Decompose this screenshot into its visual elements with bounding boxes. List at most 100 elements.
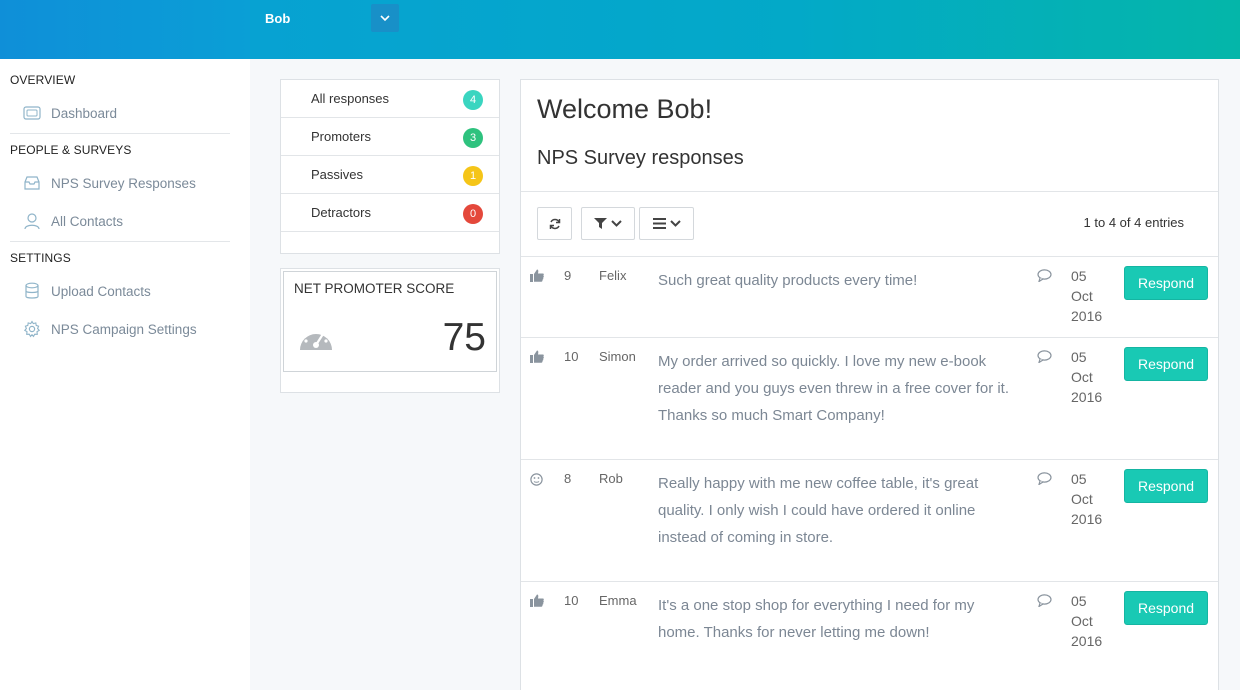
respond-button[interactable]: Respond bbox=[1124, 591, 1208, 625]
sidebar-divider bbox=[10, 133, 230, 134]
sidebar-item-dashboard[interactable]: Dashboard bbox=[22, 103, 117, 123]
date-year: 2016 bbox=[1071, 308, 1103, 324]
columns-dropdown-button[interactable] bbox=[639, 207, 694, 240]
response-score: 8 bbox=[564, 471, 572, 486]
thumbs-up-icon bbox=[530, 269, 544, 287]
sidebar-item-nps-responses[interactable]: NPS Survey Responses bbox=[22, 173, 196, 193]
comment-icon[interactable] bbox=[1037, 594, 1052, 612]
filter-label: All responses bbox=[311, 91, 390, 106]
count-badge: 0 bbox=[463, 204, 483, 224]
date-day: 05 bbox=[1071, 471, 1087, 487]
user-name: Bob bbox=[265, 11, 291, 26]
respond-button[interactable]: Respond bbox=[1124, 347, 1208, 381]
list-icon bbox=[652, 218, 666, 229]
user-icon bbox=[22, 211, 42, 231]
nps-card-inner: NET PROMOTER SCORE 75 bbox=[283, 271, 497, 372]
filter-detractors[interactable]: Detractors 0 bbox=[281, 194, 499, 232]
top-bar: Bob bbox=[0, 0, 1240, 59]
nps-card: NET PROMOTER SCORE 75 bbox=[280, 268, 500, 393]
neutral-face-icon bbox=[530, 473, 543, 491]
response-text: Such great quality products every time! bbox=[658, 272, 918, 289]
response-name: Felix bbox=[599, 268, 627, 283]
sidebar-item-upload-contacts[interactable]: Upload Contacts bbox=[22, 281, 151, 301]
sidebar-item-label: All Contacts bbox=[51, 213, 124, 229]
response-date: 05 Oct 2016 bbox=[1071, 591, 1111, 651]
date-year: 2016 bbox=[1071, 389, 1103, 405]
table-row: 8 Rob Really happy with me new coffee ta… bbox=[521, 460, 1218, 582]
date-year: 2016 bbox=[1071, 511, 1103, 527]
filter-dropdown-button[interactable] bbox=[581, 207, 635, 240]
top-bar-user-area: Bob bbox=[250, 0, 1240, 59]
thumbs-up-icon bbox=[530, 594, 544, 612]
entries-count: 1 to 4 of 4 entries bbox=[1083, 215, 1184, 230]
filter-icon bbox=[594, 218, 607, 229]
date-year: 2016 bbox=[1071, 633, 1103, 649]
sidebar: OVERVIEW Dashboard PEOPLE & SURVEYS NPS … bbox=[0, 59, 250, 690]
filter-promoters[interactable]: Promoters 3 bbox=[281, 118, 499, 156]
chevron-down-icon bbox=[669, 220, 681, 227]
gauge-icon bbox=[298, 324, 334, 359]
response-date: 05 Oct 2016 bbox=[1071, 469, 1111, 529]
user-menu-toggle[interactable] bbox=[371, 4, 399, 32]
filter-passives[interactable]: Passives 1 bbox=[281, 156, 499, 194]
header-divider bbox=[521, 191, 1218, 192]
sidebar-item-campaign-settings[interactable]: NPS Campaign Settings bbox=[22, 319, 197, 339]
table-row: 10 Emma It's a one stop shop for everyth… bbox=[521, 582, 1218, 690]
sidebar-item-label: NPS Campaign Settings bbox=[51, 321, 197, 337]
date-day: 05 bbox=[1071, 268, 1087, 284]
count-badge: 4 bbox=[463, 90, 483, 110]
date-day: 05 bbox=[1071, 349, 1087, 365]
response-text: It's a one stop shop for everything I ne… bbox=[658, 597, 975, 641]
sidebar-item-label: Dashboard bbox=[51, 105, 118, 121]
response-name: Rob bbox=[599, 471, 623, 486]
sidebar-item-label: NPS Survey Responses bbox=[51, 175, 196, 191]
response-text: Really happy with me new coffee table, i… bbox=[658, 475, 979, 546]
response-text: My order arrived so quickly. I love my n… bbox=[658, 353, 1010, 424]
nps-title: NET PROMOTER SCORE bbox=[294, 281, 455, 296]
response-name: Emma bbox=[599, 593, 637, 608]
comment-icon[interactable] bbox=[1037, 269, 1052, 287]
table-row: 9 Felix Such great quality products ever… bbox=[521, 257, 1218, 338]
filter-label: Passives bbox=[311, 167, 364, 182]
date-month: Oct bbox=[1071, 491, 1093, 507]
response-score: 10 bbox=[564, 349, 579, 364]
comment-icon[interactable] bbox=[1037, 350, 1052, 368]
date-month: Oct bbox=[1071, 369, 1093, 385]
respond-button[interactable]: Respond bbox=[1124, 266, 1208, 300]
database-icon bbox=[22, 281, 42, 301]
response-name: Simon bbox=[599, 349, 636, 364]
gear-icon bbox=[22, 319, 42, 339]
response-filter-list: All responses 4 Promoters 3 Passives 1 D… bbox=[280, 79, 500, 254]
refresh-button[interactable] bbox=[537, 207, 572, 240]
response-score: 9 bbox=[564, 268, 572, 283]
filter-all-responses[interactable]: All responses 4 bbox=[281, 80, 499, 118]
date-day: 05 bbox=[1071, 593, 1087, 609]
nps-score: 75 bbox=[442, 316, 486, 359]
date-month: Oct bbox=[1071, 288, 1093, 304]
comment-icon[interactable] bbox=[1037, 472, 1052, 490]
table-row: 10 Simon My order arrived so quickly. I … bbox=[521, 338, 1218, 460]
sidebar-item-label: Upload Contacts bbox=[51, 283, 151, 299]
response-date: 05 Oct 2016 bbox=[1071, 347, 1111, 407]
page-title: Welcome Bob! bbox=[537, 94, 713, 124]
response-date: 05 Oct 2016 bbox=[1071, 266, 1111, 326]
respond-button[interactable]: Respond bbox=[1124, 469, 1208, 503]
top-bar-brand-area bbox=[0, 0, 250, 59]
date-month: Oct bbox=[1071, 613, 1093, 629]
refresh-icon bbox=[549, 218, 560, 229]
page-subtitle: NPS Survey responses bbox=[537, 147, 744, 169]
filter-label: Detractors bbox=[311, 205, 371, 220]
filter-label: Promoters bbox=[311, 129, 371, 144]
inbox-icon bbox=[22, 173, 42, 193]
thumbs-up-icon bbox=[530, 350, 544, 368]
dashboard-icon bbox=[22, 103, 42, 123]
responses-panel: Welcome Bob! NPS Survey responses 1 to 4… bbox=[520, 79, 1219, 690]
sidebar-item-all-contacts[interactable]: All Contacts bbox=[22, 211, 123, 231]
sidebar-section-overview: OVERVIEW bbox=[10, 73, 76, 87]
sidebar-section-settings: SETTINGS bbox=[10, 251, 71, 265]
count-badge: 1 bbox=[463, 166, 483, 186]
chevron-down-icon bbox=[380, 14, 390, 21]
response-score: 10 bbox=[564, 593, 579, 608]
count-badge: 3 bbox=[463, 128, 483, 148]
chevron-down-icon bbox=[611, 220, 622, 227]
